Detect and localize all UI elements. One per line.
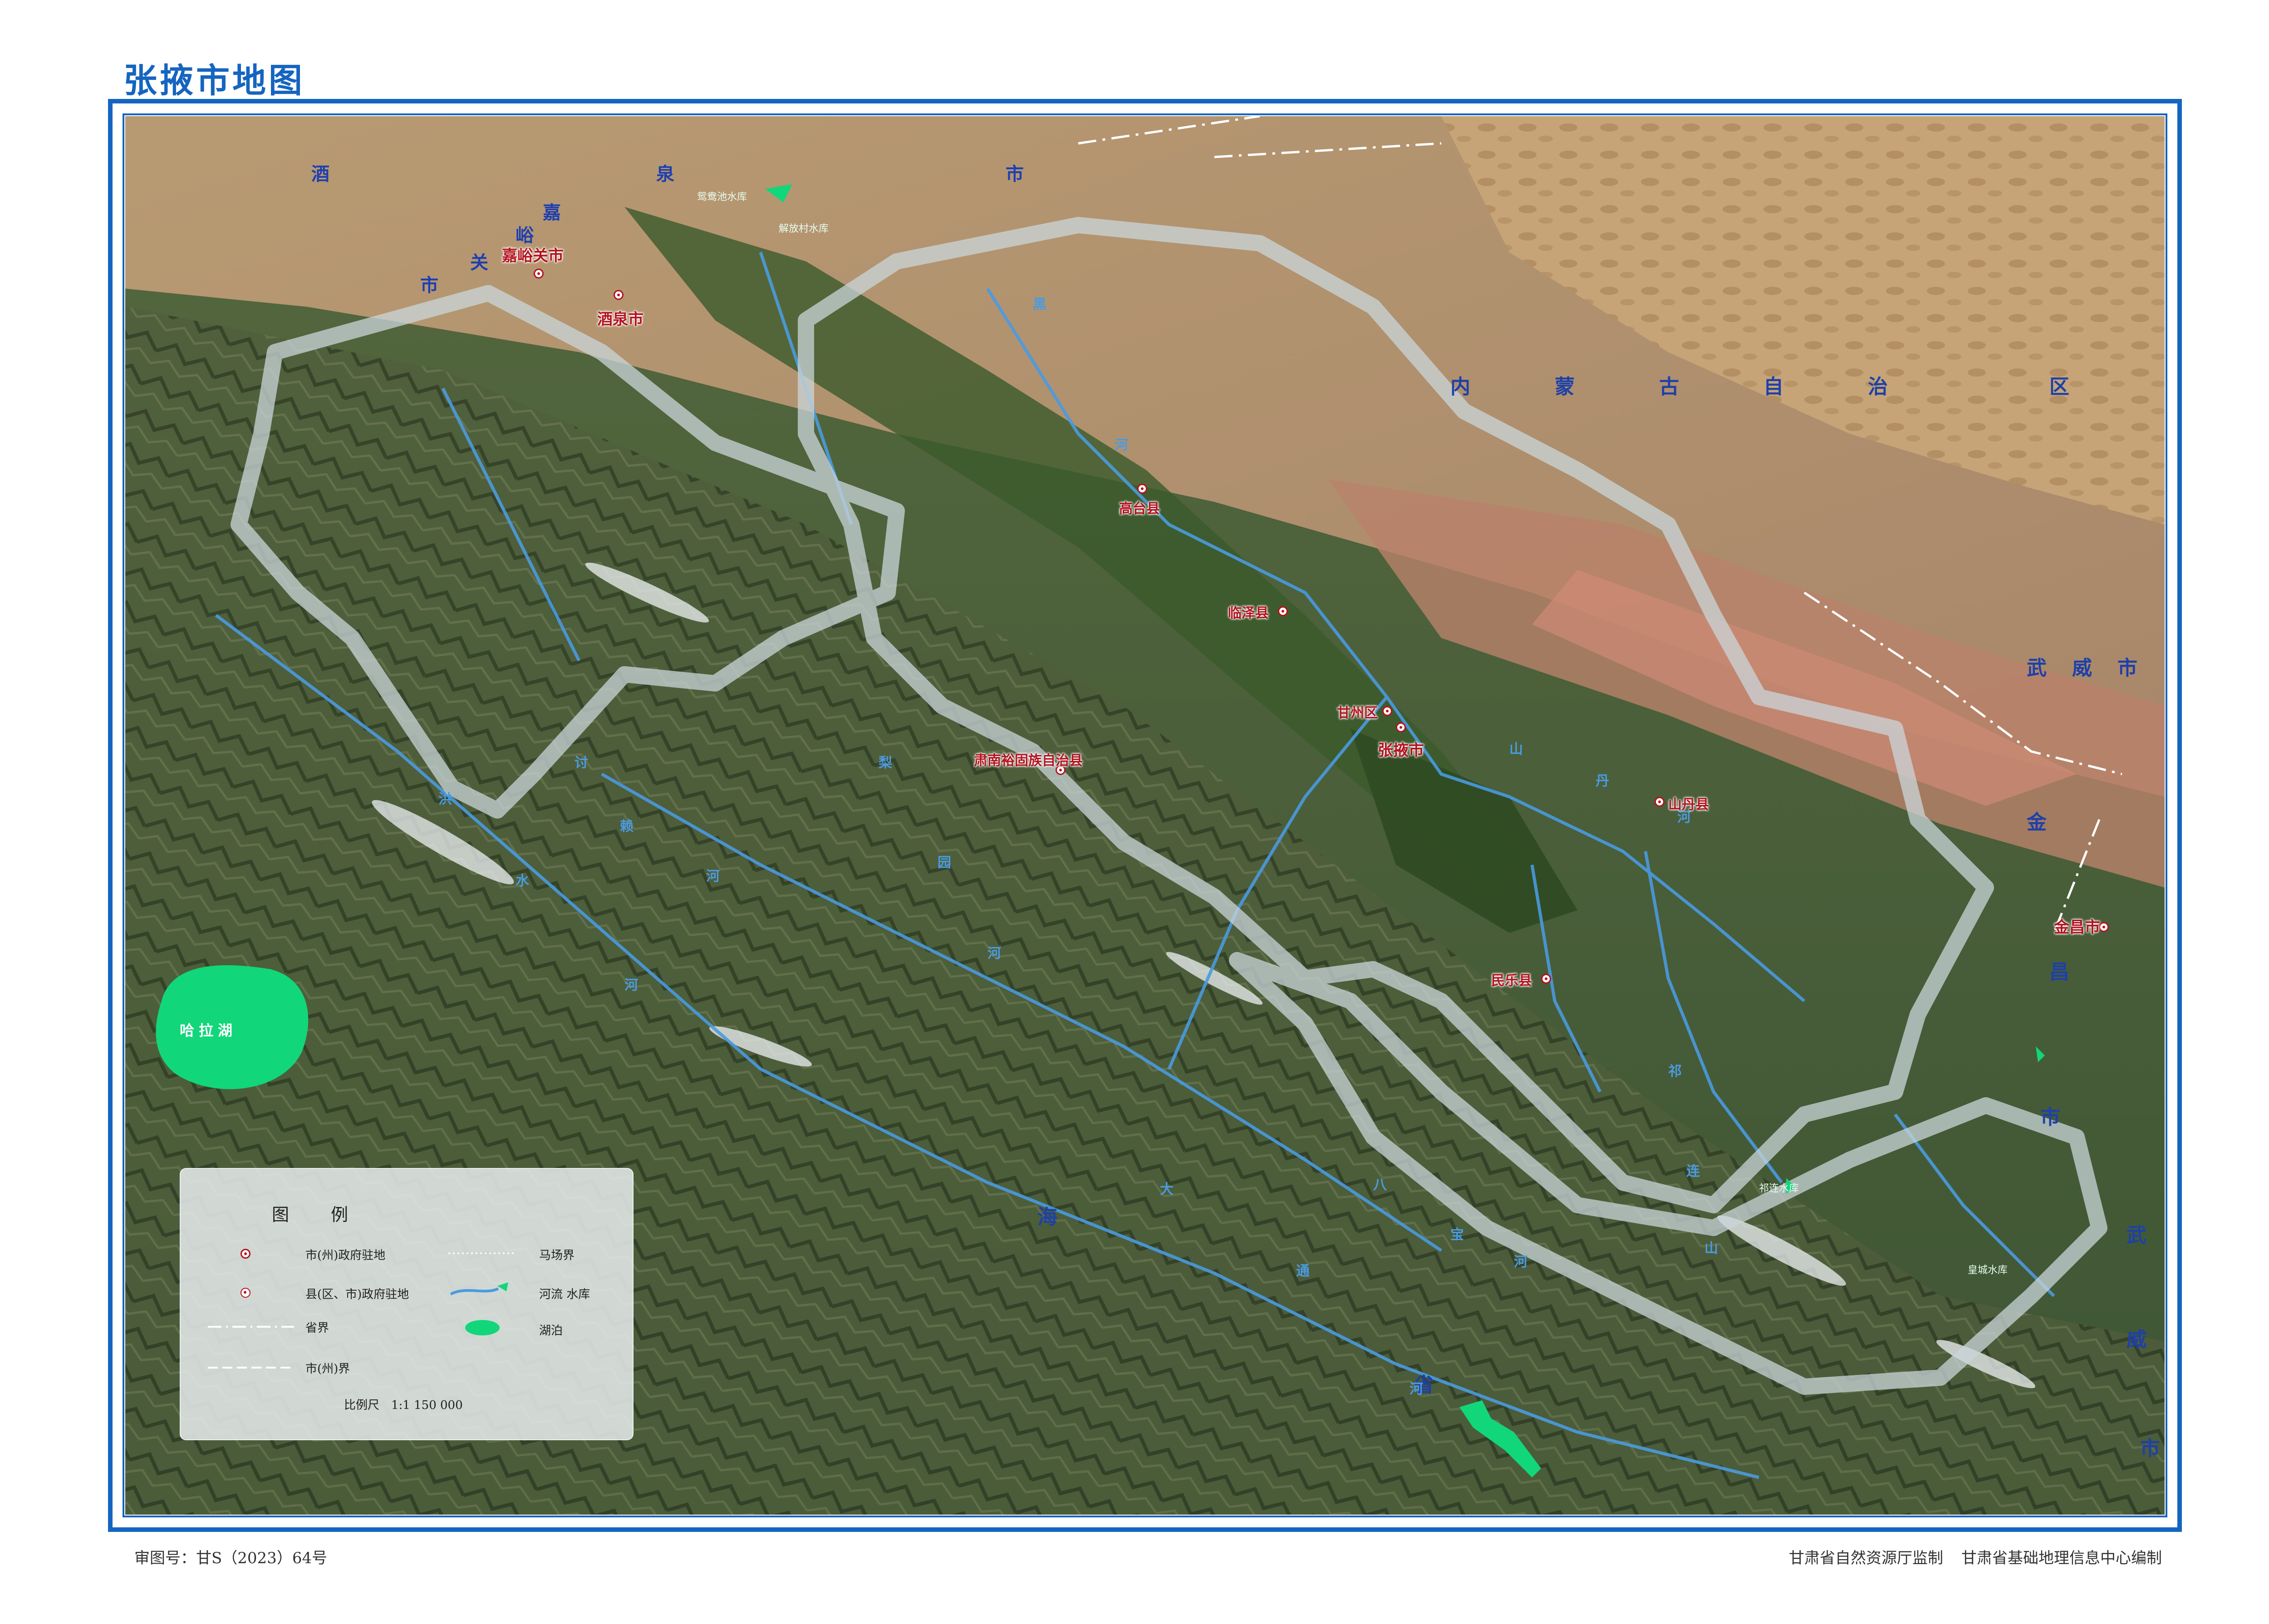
river-lishui-3: 河 xyxy=(987,946,1001,962)
ganzhou-county-seat-icon xyxy=(1382,706,1392,716)
region-jiayuguan-1: 嘉 xyxy=(543,202,561,223)
mountain-qilian-3: 山 xyxy=(1704,1241,1718,1256)
linze-county-seat-icon xyxy=(1278,606,1288,616)
legend-city-seat: 市(州)政府驻地 xyxy=(305,1249,386,1262)
county-sunan[interactable]: 肃南裕固族自治县 xyxy=(974,749,1083,769)
reservoir-2: 解放村水库 xyxy=(779,223,829,235)
reservoir-1: 鸳鸯池水库 xyxy=(697,191,747,203)
region-wuwei-3: 市 xyxy=(2117,657,2139,680)
legend-lake: 湖泊 xyxy=(539,1324,563,1338)
river-hongshui-1: 洪 xyxy=(438,791,452,807)
river-lishui-1: 梨 xyxy=(879,755,892,771)
river-hongshui-3: 河 xyxy=(624,977,638,993)
river-datong-2: 通 xyxy=(1296,1263,1310,1279)
county-minle[interactable]: 民乐县 xyxy=(1491,969,1532,989)
region-jiayuguan-3: 关 xyxy=(470,252,488,273)
city-jinchang[interactable]: 金昌市 xyxy=(2054,915,2100,937)
river-heihe-1: 黑 xyxy=(1033,297,1046,313)
region-wuwei-south-1: 武 xyxy=(2127,1224,2148,1247)
river-taolai-3: 河 xyxy=(706,868,720,884)
region-jiuquan-3: 市 xyxy=(1006,163,1024,185)
river-shandan-2: 丹 xyxy=(1596,773,1609,789)
city-boundary-line xyxy=(208,1367,294,1369)
county-shandan[interactable]: 山丹县 xyxy=(1668,793,1709,813)
approval-number: 审图号：甘S（2023）64号 xyxy=(134,1549,328,1567)
region-jinchang-1: 金 xyxy=(2027,811,2048,834)
legend-scale: 比例尺 1:1 150 000 xyxy=(344,1398,463,1412)
legend-city-boundary: 市(州)界 xyxy=(305,1362,350,1376)
minle-county-seat-icon xyxy=(1541,974,1551,984)
lake-hala: 哈拉湖 xyxy=(180,1022,237,1039)
jiuquan-city-seat-icon xyxy=(614,290,624,300)
river-lishui-2: 园 xyxy=(938,855,951,871)
region-jinchang-2: 昌 xyxy=(2049,961,2071,984)
legend-county-seat: 县(区、市)政府驻地 xyxy=(305,1288,409,1301)
river-hongshui-2: 水 xyxy=(516,873,529,889)
credit-supervisor: 甘肃省自然资源厅监制 xyxy=(1789,1549,1943,1567)
legend-province-boundary: 省界 xyxy=(305,1321,329,1335)
province-boundary-line xyxy=(208,1326,294,1328)
shandan-county-seat-icon xyxy=(1655,797,1665,807)
region-qinghai-1: 海 xyxy=(1037,1206,1059,1229)
jiayuguan-city-seat-icon xyxy=(534,269,544,279)
map-legend: 图 例 市(州)政府驻地 县(区、市)政府驻地 省界 市(州)界 马场界 河流 … xyxy=(180,1168,634,1440)
ranch-boundary-line xyxy=(448,1252,516,1254)
gaotai-county-seat-icon xyxy=(1137,484,1147,494)
region-jinchang-3: 市 xyxy=(2040,1106,2062,1129)
river-babao-1: 八 xyxy=(1373,1177,1387,1193)
mountain-qilian-2: 连 xyxy=(1686,1163,1700,1179)
region-wuwei-south-2: 威 xyxy=(2127,1328,2148,1351)
region-wuwei-1: 武 xyxy=(2027,657,2048,680)
region-jiuquan-2: 泉 xyxy=(656,163,674,185)
region-inner-mongolia-1: 内 xyxy=(1450,375,1472,398)
legend-ranch-boundary: 马场界 xyxy=(539,1249,575,1262)
jinchang-city-seat-icon xyxy=(2099,922,2109,932)
region-wuwei-2: 威 xyxy=(2072,657,2094,680)
zhangye-city-seat-icon xyxy=(1396,722,1406,732)
credits: 甘肃省自然资源厅监制 甘肃省基础地理信息中心编制 xyxy=(1789,1545,2162,1568)
county-linze[interactable]: 临泽县 xyxy=(1228,602,1269,622)
legend-title: 图 例 xyxy=(271,1205,367,1225)
river-heihe-2: 河 xyxy=(1115,437,1128,453)
river-datong-3: 河 xyxy=(1410,1381,1423,1397)
region-wuwei-south-3: 市 xyxy=(2140,1437,2162,1460)
river-reservoir-icon xyxy=(450,1282,508,1295)
legend-river-reservoir: 河流 水库 xyxy=(539,1288,590,1301)
county-ganzhou[interactable]: 甘州区 xyxy=(1337,702,1378,721)
region-inner-mongolia-4: 自 xyxy=(1763,375,1785,398)
lake-icon xyxy=(465,1320,500,1335)
reservoir-3: 祁连水库 xyxy=(1759,1183,1799,1194)
region-inner-mongolia-6: 区 xyxy=(2049,375,2071,398)
river-datong-1: 大 xyxy=(1160,1182,1174,1197)
credit-compiler: 甘肃省基础地理信息中心编制 xyxy=(1961,1549,2162,1567)
region-inner-mongolia-5: 治 xyxy=(1868,375,1890,398)
page-title: 张掖市地图 xyxy=(123,61,305,100)
city-jiuquan[interactable]: 酒泉市 xyxy=(597,307,643,329)
county-seat-icon xyxy=(241,1288,250,1298)
mountain-qilian-1: 祁 xyxy=(1668,1064,1682,1079)
river-babao-2: 宝 xyxy=(1450,1227,1464,1243)
county-gaotai[interactable]: 高台县 xyxy=(1119,497,1160,517)
region-inner-mongolia-3: 古 xyxy=(1659,375,1681,398)
river-taolai-2: 赖 xyxy=(620,819,634,834)
region-inner-mongolia-2: 蒙 xyxy=(1555,375,1577,398)
river-babao-3: 河 xyxy=(1514,1254,1527,1270)
river-taolai-1: 讨 xyxy=(575,755,588,771)
city-seat-icon xyxy=(241,1249,250,1259)
city-jiayuguan[interactable]: 嘉峪关市 xyxy=(502,243,564,265)
reservoir-4: 皇城水库 xyxy=(1968,1265,2008,1276)
region-jiuquan-1: 酒 xyxy=(311,163,329,185)
river-shandan-1: 山 xyxy=(1509,741,1523,757)
city-zhangye[interactable]: 张掖市 xyxy=(1378,738,1424,760)
region-jiayuguan-4: 市 xyxy=(420,275,438,296)
